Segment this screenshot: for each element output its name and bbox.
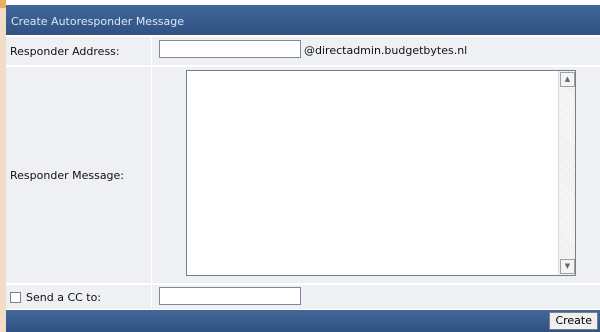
responder-address-label: Responder Address: [6,37,152,65]
message-scrollbar[interactable]: ▲ ▼ [558,71,575,275]
send-cc-row: Send a CC to: [6,285,600,309]
responder-message-textarea[interactable]: ▲ ▼ [186,70,576,276]
cc-address-input[interactable] [159,287,301,305]
form-title: Create Autoresponder Message [6,5,600,35]
responder-address-input[interactable] [159,40,301,58]
form-footer: Create [6,310,600,332]
responder-message-label: Responder Message: [6,67,152,283]
send-cc-checkbox[interactable] [10,291,21,303]
send-cc-label: Send a CC to: [26,290,102,304]
scroll-up-arrow-icon[interactable]: ▲ [560,72,575,87]
send-cc-label-cell: Send a CC to: [6,285,152,309]
domain-suffix: @directadmin.budgetbytes.nl [304,44,468,57]
create-button[interactable]: Create [549,312,598,330]
scroll-down-arrow-icon[interactable]: ▼ [560,259,575,274]
autoresponder-form: Create Autoresponder Message Responder A… [6,5,600,332]
responder-message-row: Responder Message: ▲ ▼ [6,67,600,283]
responder-address-row: Responder Address: @directadmin.budgetby… [6,37,600,65]
